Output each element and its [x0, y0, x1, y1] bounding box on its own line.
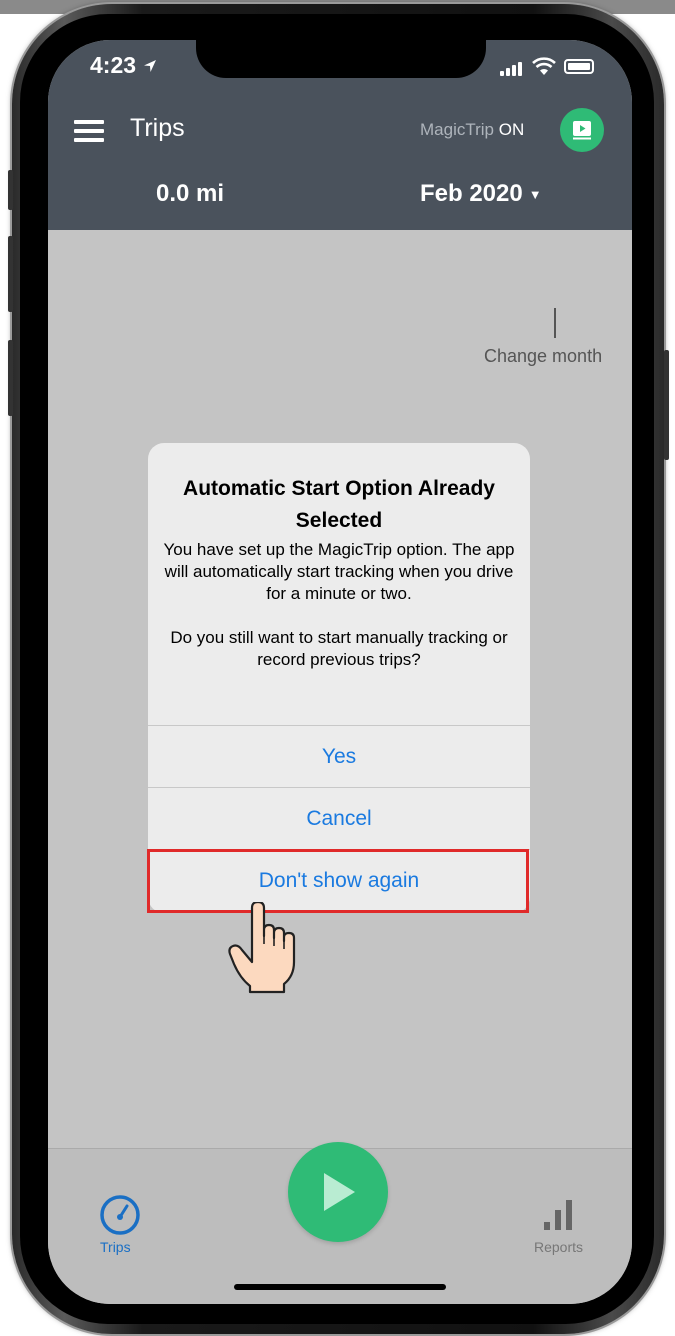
volume-up-button [8, 236, 13, 312]
cancel-button[interactable]: Cancel [148, 787, 530, 849]
tab-reports[interactable] [540, 1198, 576, 1237]
signal-icon [500, 62, 522, 76]
wifi-icon [532, 57, 556, 75]
distance-total: 0.0 mi [156, 180, 225, 207]
status-icons [500, 56, 610, 78]
tab-reports-label: Reports [534, 1239, 584, 1255]
yes-button[interactable]: Yes [148, 725, 530, 787]
play-icon [324, 1173, 355, 1211]
bar-chart-icon [544, 1200, 572, 1230]
tab-trips-label: Trips [100, 1239, 131, 1255]
month-label: Feb 2020 [420, 180, 523, 207]
video-guide-icon [573, 121, 591, 140]
hand-pointer-icon [228, 902, 296, 994]
notch [196, 40, 486, 78]
magictrip-label: MagicTrip [420, 120, 494, 139]
magictrip-status: MagicTrip ON [420, 120, 524, 140]
battery-icon [564, 59, 594, 74]
status-time: 4:23 [90, 52, 158, 79]
power-button [664, 350, 669, 460]
status-time-text: 4:23 [90, 52, 137, 78]
dialog-message: You have set up the MagicTrip option. Th… [163, 540, 515, 669]
alert-dialog: Automatic Start Option Already Selected … [148, 443, 530, 913]
hint-pointer-line [554, 308, 556, 338]
magictrip-state: ON [498, 120, 525, 139]
page-title: Trips [130, 114, 185, 142]
home-indicator [234, 1284, 446, 1290]
volume-down-button [8, 340, 13, 416]
tab-trips[interactable] [98, 1193, 142, 1242]
dialog-title: Automatic Start Option Already Selected [183, 477, 495, 532]
start-trip-button[interactable] [288, 1142, 388, 1242]
caret-down-icon: ▼ [528, 187, 542, 203]
highlight-box [147, 849, 529, 913]
mute-switch [8, 170, 13, 210]
magictrip-button[interactable] [560, 108, 604, 152]
month-selector[interactable]: Feb 2020 ▼ [420, 180, 542, 208]
change-month-hint: Change month [484, 346, 603, 366]
speedometer-icon [100, 1195, 140, 1235]
menu-icon[interactable] [74, 120, 104, 142]
location-arrow-icon [144, 60, 157, 72]
